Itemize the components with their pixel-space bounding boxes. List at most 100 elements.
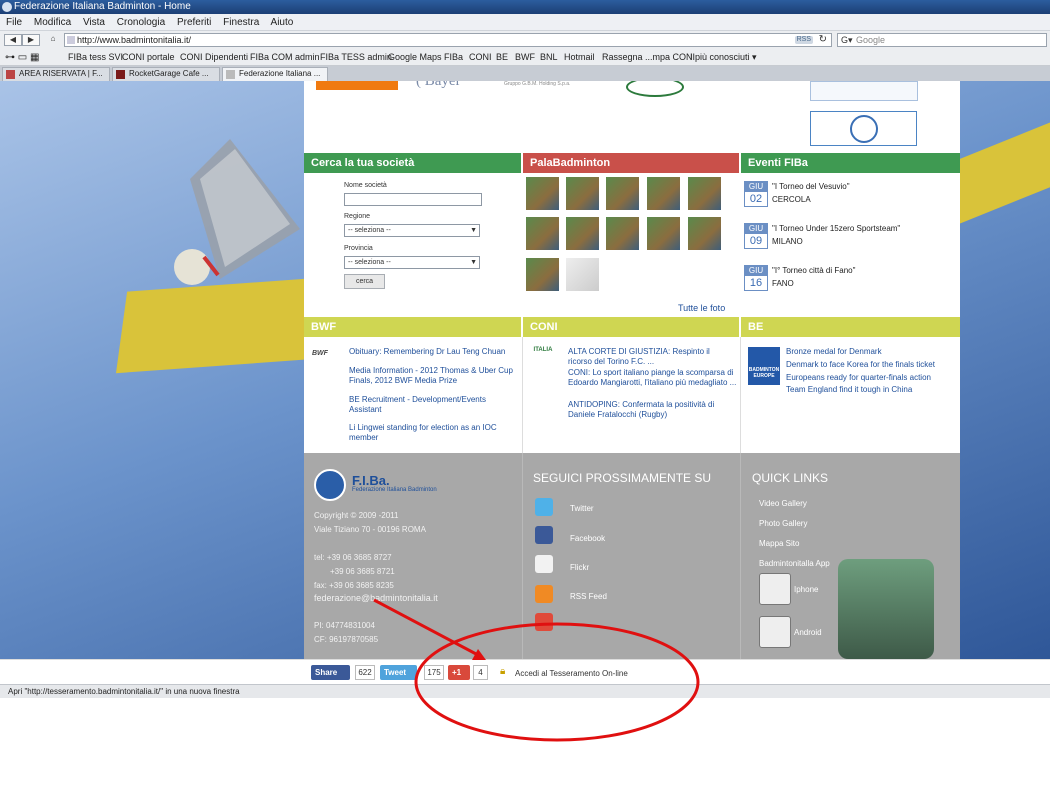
gallery-thumbnail[interactable] bbox=[566, 217, 599, 250]
rss-icon[interactable] bbox=[535, 585, 553, 603]
rss-icon[interactable]: RSS bbox=[794, 36, 813, 44]
event-title-link[interactable]: "I Torneo del Vesuvio" bbox=[772, 182, 850, 191]
bookmark-item[interactable]: BNL bbox=[540, 49, 558, 66]
bookmark-item[interactable]: BWF bbox=[515, 49, 535, 66]
bookmark-item[interactable]: Rassegna ...mpa CONI bbox=[602, 49, 695, 66]
social-link-twitter[interactable]: Twitter bbox=[570, 504, 594, 513]
gallery-thumbnail[interactable] bbox=[526, 258, 559, 291]
quick-link-video[interactable]: Video Gallery bbox=[759, 499, 807, 508]
tab-federazione[interactable]: Federazione Italiana ... bbox=[222, 67, 328, 81]
status-bar: Apri "http://tesseramento.badmintonitali… bbox=[0, 684, 1050, 698]
column-divider bbox=[522, 453, 523, 659]
provincia-value: -- seleziona -- bbox=[348, 259, 391, 266]
provincia-select[interactable]: -- seleziona -- ▼ bbox=[344, 256, 480, 269]
bookmark-item[interactable]: FIBa tess SVI bbox=[68, 49, 123, 66]
menu-aiuto[interactable]: Aiuto bbox=[271, 17, 294, 28]
email-link[interactable]: federazione@badmintonitalia.it bbox=[314, 593, 438, 603]
event-month: GIU bbox=[745, 224, 767, 234]
tweet-button[interactable]: Tweet bbox=[380, 665, 417, 680]
window-title: Federazione Italiana Badminton - Home bbox=[14, 1, 191, 12]
event-title-link[interactable]: "I Torneo Under 15zero Sportsteam" bbox=[772, 224, 900, 233]
gallery-thumbnail[interactable] bbox=[566, 258, 599, 291]
tab-area-riservata[interactable]: AREA RISERVATA | F... bbox=[2, 67, 110, 81]
menu-cronologia[interactable]: Cronologia bbox=[117, 17, 165, 28]
reload-icon[interactable]: ↻ bbox=[819, 34, 827, 46]
bookmark-item[interactable]: FIBa bbox=[444, 49, 463, 66]
coni-news-link[interactable]: ALTA CORTE DI GIUSTIZIA: Respinto il ric… bbox=[568, 347, 736, 367]
menu-modifica[interactable]: Modifica bbox=[34, 17, 71, 28]
gallery-thumbnail[interactable] bbox=[606, 177, 639, 210]
cerca-button[interactable]: cerca bbox=[344, 274, 385, 289]
menu-preferiti[interactable]: Preferiti bbox=[177, 17, 211, 28]
bwf-news-link[interactable]: Media Information - 2012 Thomas & Uber C… bbox=[349, 366, 517, 386]
bookmark-item[interactable]: Google Maps bbox=[388, 49, 442, 66]
tutte-le-foto-link[interactable]: Tutte le foto bbox=[678, 303, 725, 313]
fiba-logo-name: F.I.Ba. bbox=[352, 473, 390, 488]
menu-vista[interactable]: Vista bbox=[83, 17, 105, 28]
coni-news-link[interactable]: ANTIDOPING: Confermata la positività di … bbox=[568, 400, 728, 420]
regione-select[interactable]: -- seleziona -- ▼ bbox=[344, 224, 480, 237]
event-title-link[interactable]: "I° Torneo città di Fano" bbox=[772, 266, 855, 275]
bookmark-item[interactable]: I più conosciuti ▾ bbox=[690, 49, 757, 66]
sponsor-logo-bayer: ( Bayer bbox=[416, 81, 461, 89]
address-bar[interactable]: http://www.badmintonitalia.it/ RSS ↻ bbox=[64, 33, 832, 47]
quick-link-mappa[interactable]: Mappa Sito bbox=[759, 539, 799, 548]
app-iphone-link[interactable]: Iphone bbox=[794, 585, 818, 594]
gallery-thumbnail[interactable] bbox=[526, 217, 559, 250]
tel2-text: +39 06 3685 8721 bbox=[330, 567, 395, 576]
be-news-link[interactable]: Denmark to face Korea for the finals tic… bbox=[786, 360, 956, 370]
bookmark-item[interactable]: FIBa TESS admin bbox=[320, 49, 392, 66]
app-android-link[interactable]: Android bbox=[794, 628, 822, 637]
search-input[interactable]: G▾ Google bbox=[837, 33, 1047, 47]
be-news-link[interactable]: Bronze medal for Denmark bbox=[786, 347, 956, 357]
facebook-share-button[interactable]: Share bbox=[311, 665, 350, 680]
event-place: FANO bbox=[772, 279, 794, 288]
be-news-link[interactable]: Europeans ready for quarter-finals actio… bbox=[786, 373, 956, 383]
be-header: BE bbox=[741, 317, 960, 337]
gallery-thumbnail[interactable] bbox=[647, 177, 680, 210]
gallery-thumbnail[interactable] bbox=[688, 177, 721, 210]
gallery-thumbnail[interactable] bbox=[688, 217, 721, 250]
tab-label: Federazione Italiana ... bbox=[239, 69, 321, 78]
back-button[interactable]: ◀ bbox=[4, 34, 22, 46]
apple-icon[interactable] bbox=[759, 573, 791, 605]
bwf-news-link[interactable]: Li Lingwei standing for election as an I… bbox=[349, 423, 509, 443]
menu-file[interactable]: File bbox=[6, 17, 22, 28]
cerca-societa-header: Cerca la tua società bbox=[304, 153, 521, 173]
social-link-rss[interactable]: RSS Feed bbox=[570, 592, 607, 601]
bookmark-item[interactable]: CONI Dipendenti bbox=[180, 49, 248, 66]
social-link-flickr[interactable]: Flickr bbox=[570, 563, 589, 572]
tel-text: tel: +39 06 3685 8727 bbox=[314, 553, 392, 562]
coni-logo: ITALIA bbox=[533, 347, 553, 353]
social-link-facebook[interactable]: Facebook bbox=[570, 534, 605, 543]
quick-link-app[interactable]: Badmintonitalla App bbox=[759, 559, 830, 568]
nome-societa-input[interactable] bbox=[344, 193, 482, 206]
gallery-thumbnail[interactable] bbox=[566, 177, 599, 210]
reader-icon[interactable]: ⊶ ▭ ▦ bbox=[5, 49, 39, 66]
gallery-thumbnail[interactable] bbox=[606, 217, 639, 250]
be-news-link[interactable]: Team England find it tough in China bbox=[786, 385, 956, 395]
facebook-icon[interactable] bbox=[535, 526, 553, 544]
flickr-icon[interactable] bbox=[535, 555, 553, 573]
youtube-icon[interactable] bbox=[535, 613, 553, 631]
gallery-thumbnail[interactable] bbox=[526, 177, 559, 210]
quick-link-photo[interactable]: Photo Gallery bbox=[759, 519, 807, 528]
menu-finestra[interactable]: Finestra bbox=[223, 17, 259, 28]
coni-news-link[interactable]: CONI: Lo sport italiano piange la scompa… bbox=[568, 368, 738, 388]
tab-rocketgarage[interactable]: RocketGarage Cafe ... bbox=[112, 67, 220, 81]
bookmark-item[interactable]: BE bbox=[496, 49, 508, 66]
bookmark-item[interactable]: FIBa COM admin bbox=[250, 49, 320, 66]
tesseramento-link[interactable]: Accedi al Tesseramento On-line bbox=[515, 669, 628, 678]
gallery-thumbnail[interactable] bbox=[647, 217, 680, 250]
forward-button[interactable]: ▶ bbox=[22, 34, 40, 46]
bwf-news-link[interactable]: Obituary: Remembering Dr Lau Teng Chuan bbox=[349, 347, 514, 357]
bookmark-item[interactable]: CONI portale bbox=[122, 49, 175, 66]
tab-label: AREA RISERVATA | F... bbox=[19, 69, 103, 78]
android-icon[interactable] bbox=[759, 616, 791, 648]
google-plus-button[interactable]: +1 bbox=[448, 665, 470, 680]
bwf-news-link[interactable]: BE Recruitment - Development/Events Assi… bbox=[349, 395, 509, 415]
home-icon[interactable]: ⌂ bbox=[44, 34, 62, 46]
bookmark-item[interactable]: Hotmail bbox=[564, 49, 595, 66]
bookmark-item[interactable]: CONI bbox=[469, 49, 492, 66]
twitter-icon[interactable] bbox=[535, 498, 553, 516]
